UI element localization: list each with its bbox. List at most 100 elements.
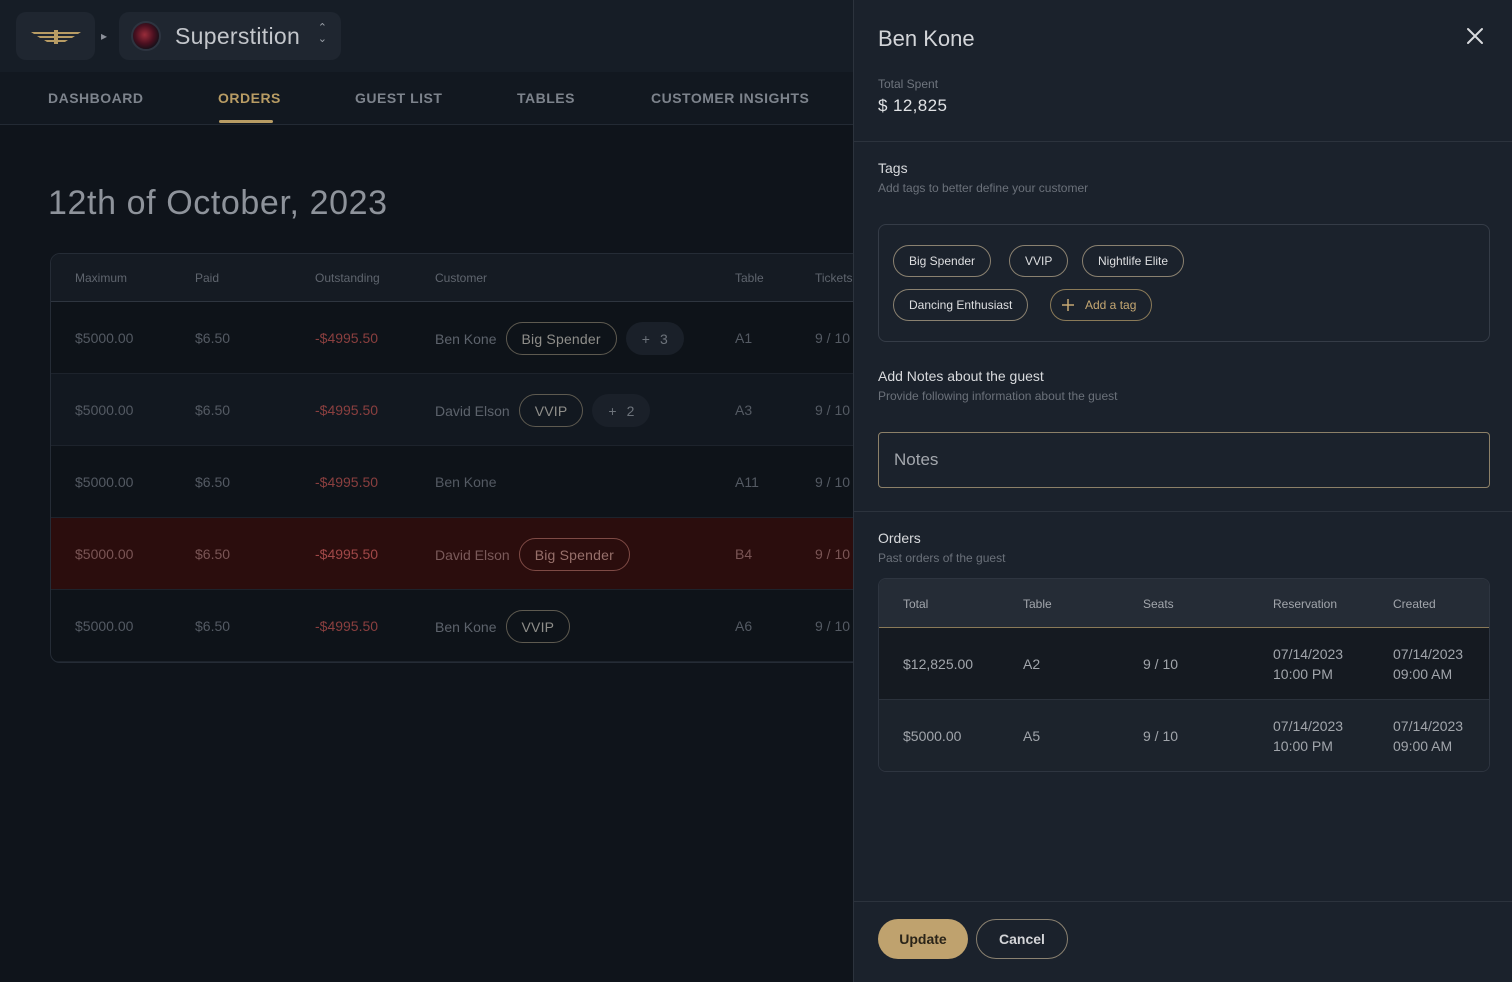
total-spent-label: Total Spent: [878, 77, 939, 91]
cell-paid: $6.50: [195, 402, 231, 418]
col-maximum[interactable]: Maximum: [75, 271, 127, 285]
notes-section-title: Add Notes about the guest: [878, 368, 1044, 384]
tab-dashboard[interactable]: DASHBOARD: [48, 90, 144, 106]
reservation-time: 10:00 PM: [1273, 738, 1333, 754]
cell-maximum: $5000.00: [75, 546, 134, 562]
table-header: Maximum Paid Outstanding Customer Table …: [51, 254, 909, 302]
table-row[interactable]: $5000.00 $6.50 -$4995.50 Ben Kone Big Sp…: [51, 302, 909, 374]
orders-section-title: Orders: [878, 530, 921, 546]
table-row[interactable]: $12,825.00 A2 9 / 10 07/14/2023 10:00 PM…: [879, 628, 1489, 700]
col-customer[interactable]: Customer: [435, 271, 487, 285]
total-spent-value: $ 12,825: [878, 96, 948, 115]
guest-detail-drawer: Ben Kone Total Spent $ 12,825 Tags Add t…: [853, 0, 1512, 982]
notes-section-subtitle: Provide following information about the …: [878, 389, 1118, 403]
cell-total: $5000.00: [903, 728, 962, 744]
past-orders-table: Total Table Seats Reservation Created $1…: [878, 578, 1490, 772]
plus-icon: +: [608, 402, 617, 419]
customer-tag-pill[interactable]: Big Spender: [518, 538, 630, 571]
table-row[interactable]: $5000.00 $6.50 -$4995.50 Ben Kone A11 9 …: [51, 446, 909, 518]
cell-seats: 9 / 10: [1143, 656, 1179, 672]
customer-tag-pill[interactable]: VVIP: [518, 394, 584, 427]
cell-outstanding: -$4995.50: [315, 330, 379, 346]
add-tag-button[interactable]: Add a tag: [1050, 289, 1153, 321]
col-created[interactable]: Created: [1393, 597, 1436, 611]
cell-table: A3: [735, 402, 753, 418]
cell-paid: $6.50: [195, 330, 231, 346]
orders-table: Maximum Paid Outstanding Customer Table …: [50, 253, 910, 663]
created-time: 09:00 AM: [1393, 738, 1453, 754]
customer-name[interactable]: Ben Kone: [435, 619, 497, 635]
app-root: ▸ Superstition ⌃ ⌄ DASHBOARD ORDERS GUEST…: [0, 0, 1512, 982]
orders-section-subtitle: Past orders of the guest: [878, 551, 1006, 565]
cell-tickets: 9 / 10: [815, 474, 851, 490]
plus-icon: +: [641, 330, 650, 347]
col-table[interactable]: Table: [735, 271, 764, 285]
customer-tag-pill[interactable]: VVIP: [505, 610, 571, 643]
created-date: 07/14/2023: [1393, 646, 1464, 662]
tab-guest-list[interactable]: GUEST LIST: [355, 90, 442, 106]
cancel-button[interactable]: Cancel: [976, 919, 1068, 959]
col-outstanding[interactable]: Outstanding: [315, 271, 380, 285]
divider: [854, 141, 1512, 142]
tag-chip[interactable]: VVIP: [1009, 245, 1069, 277]
col-tickets[interactable]: Tickets: [815, 271, 853, 285]
more-tags-count: 2: [626, 402, 635, 419]
cell-paid: $6.50: [195, 546, 231, 562]
page-title: 12th of October, 2023: [48, 184, 388, 222]
more-tags-count: 3: [659, 330, 668, 347]
notes-input[interactable]: [878, 432, 1490, 488]
more-tags-pill[interactable]: + 2: [592, 394, 651, 427]
cell-customer: David Elson Big Spender: [435, 538, 630, 571]
cell-maximum: $5000.00: [75, 474, 134, 490]
cell-outstanding: -$4995.50: [315, 402, 379, 418]
col-table[interactable]: Table: [1023, 597, 1052, 611]
cell-outstanding: -$4995.50: [315, 618, 379, 634]
venue-selector[interactable]: Superstition ⌃ ⌄: [119, 12, 341, 60]
tag-chip[interactable]: Nightlife Elite: [1082, 245, 1185, 277]
customer-tag-pill[interactable]: Big Spender: [505, 322, 617, 355]
wings-logo-icon: [30, 30, 81, 44]
cell-reservation: 07/14/2023 10:00 PM: [1273, 716, 1343, 756]
close-icon[interactable]: [1464, 25, 1486, 47]
col-reservation[interactable]: Reservation: [1273, 597, 1337, 611]
tab-customer-insights[interactable]: CUSTOMER INSIGHTS: [651, 90, 809, 106]
cell-table: A5: [1023, 728, 1041, 744]
breadcrumb-caret-icon: ▸: [101, 29, 108, 43]
table-row-highlighted[interactable]: $5000.00 $6.50 -$4995.50 David Elson Big…: [51, 518, 909, 590]
tags-section-subtitle: Add tags to better define your customer: [878, 181, 1089, 195]
logo-button[interactable]: [16, 12, 95, 60]
customer-name[interactable]: David Elson: [435, 403, 510, 419]
table-row[interactable]: $5000.00 A5 9 / 10 07/14/2023 10:00 PM 0…: [879, 700, 1489, 771]
cell-tickets: 9 / 10: [815, 330, 851, 346]
customer-name[interactable]: Ben Kone: [435, 331, 497, 347]
cell-maximum: $5000.00: [75, 402, 134, 418]
cell-maximum: $5000.00: [75, 330, 134, 346]
guest-name: Ben Kone: [878, 26, 975, 51]
table-row[interactable]: $5000.00 $6.50 -$4995.50 David Elson VVI…: [51, 374, 909, 446]
venue-avatar: [131, 21, 161, 51]
col-total[interactable]: Total: [903, 597, 928, 611]
add-tag-label: Add a tag: [1085, 298, 1137, 312]
table-row[interactable]: $5000.00 $6.50 -$4995.50 Ben Kone VVIP A…: [51, 590, 909, 662]
col-paid[interactable]: Paid: [195, 271, 219, 285]
reservation-time: 10:00 PM: [1273, 666, 1333, 682]
cell-table: A6: [735, 618, 753, 634]
tab-orders[interactable]: ORDERS: [218, 90, 281, 106]
tag-chip[interactable]: Big Spender: [893, 245, 992, 277]
updown-chevron-icon: ⌃ ⌄: [317, 22, 327, 45]
tag-chip[interactable]: Dancing Enthusiast: [893, 289, 1029, 321]
cell-table: B4: [735, 546, 753, 562]
customer-name[interactable]: Ben Kone: [435, 474, 497, 490]
table-header: Total Table Seats Reservation Created: [879, 579, 1489, 628]
col-seats[interactable]: Seats: [1143, 597, 1174, 611]
drawer-footer: Update Cancel: [854, 901, 1512, 982]
tab-tables[interactable]: TABLES: [517, 90, 575, 106]
divider: [854, 511, 1512, 512]
more-tags-pill[interactable]: + 3: [625, 322, 684, 355]
cell-tickets: 9 / 10: [815, 618, 851, 634]
tags-container: Big Spender VVIP Nightlife Elite Dancing…: [878, 224, 1490, 342]
update-button[interactable]: Update: [878, 919, 968, 959]
created-date: 07/14/2023: [1393, 718, 1464, 734]
customer-name[interactable]: David Elson: [435, 547, 510, 563]
cell-tickets: 9 / 10: [815, 402, 851, 418]
